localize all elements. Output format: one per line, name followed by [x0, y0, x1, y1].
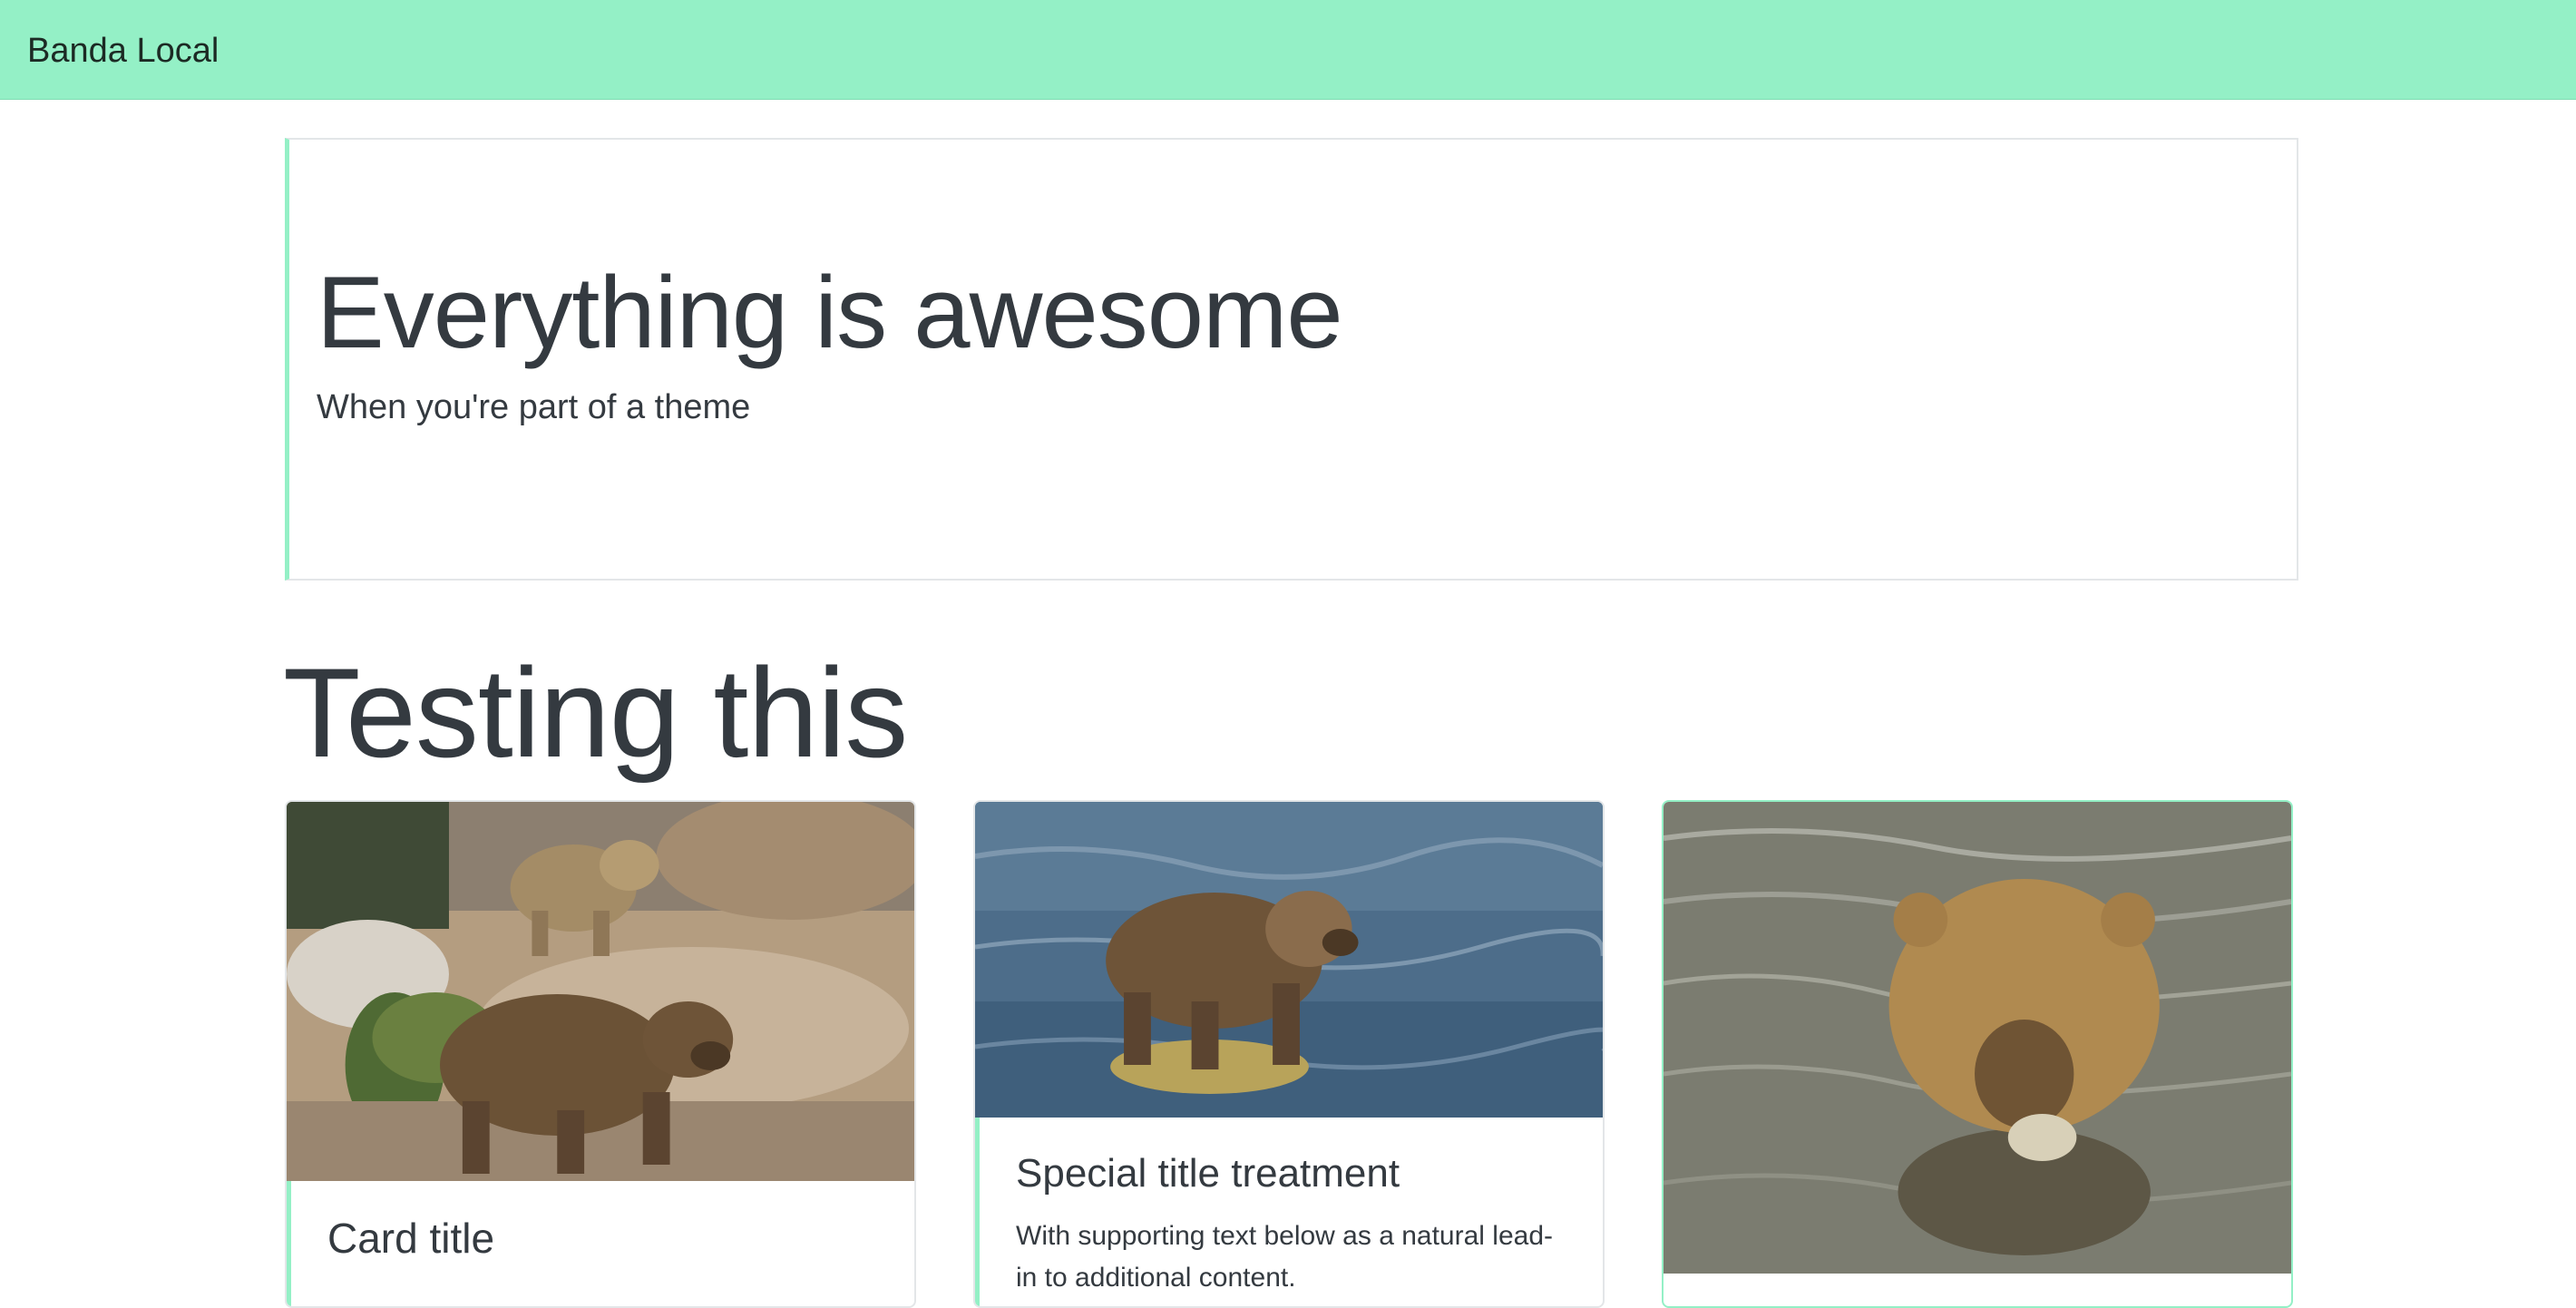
jumbotron: Everything is awesome When you're part o… [285, 138, 2298, 581]
card-bear-in-water [1662, 800, 2293, 1308]
card-image-bear-in-water [1664, 802, 2291, 1274]
card-text: With supporting text below as a natural … [1016, 1221, 1553, 1293]
bear-standing-in-river-photo [975, 802, 1603, 1118]
navbar-brand[interactable]: Banda Local [27, 27, 219, 74]
jumbotron-title: Everything is awesome [317, 256, 1343, 369]
bears-on-rocks-photo [287, 802, 914, 1181]
card-title: Card title [327, 1215, 495, 1262]
card-image-bear-in-river [975, 802, 1603, 1118]
bear-in-water-eating-photo [1664, 802, 2291, 1274]
card-bear-in-river: Special title treatment With supporting … [973, 800, 1605, 1308]
card-title: Special title treatment [1016, 1151, 1400, 1196]
section-title: Testing this [283, 641, 908, 784]
card-bears-on-rocks: Card title [285, 800, 916, 1308]
jumbotron-subtitle: When you're part of a theme [317, 388, 751, 426]
navbar: Banda Local [0, 0, 2576, 100]
card-body: Special title treatment With supporting … [975, 1118, 1603, 1306]
card-image-bears-on-rocks [287, 802, 914, 1181]
card-body: Card title [287, 1181, 914, 1306]
